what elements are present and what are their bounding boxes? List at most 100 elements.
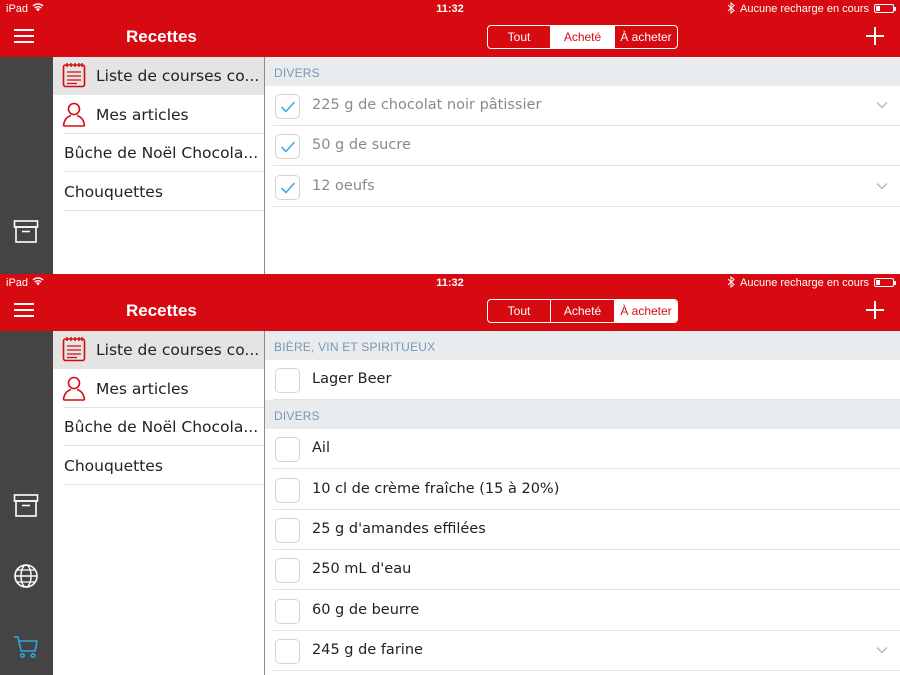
sidebar-item-label: Mes articles	[96, 105, 189, 124]
section-header: DIVERS	[265, 400, 900, 430]
item-label: 10 cl de crème fraîche (15 à 20%)	[312, 480, 560, 497]
item-label: Lager Beer	[312, 371, 392, 387]
checkmark-icon	[281, 182, 295, 193]
sidebar-item[interactable]: Mes articles	[53, 370, 264, 408]
item-checkbox[interactable]	[275, 598, 300, 624]
list-item[interactable]: 25 g d'amandes effilées	[265, 510, 900, 550]
chevron-down-icon[interactable]	[876, 101, 888, 109]
screen-a-acheter: iPad 11:32 Aucune recharge en cours Rece…	[0, 274, 900, 675]
list-item[interactable]: 12 oeufs	[265, 167, 900, 207]
checkmark-icon	[281, 101, 295, 113]
sidebar-item[interactable]: Liste de courses co...	[53, 57, 264, 95]
segment-tout[interactable]: Tout	[488, 300, 550, 322]
item-label: 225 g de chocolat noir pâtissier	[312, 97, 542, 113]
sidebar-item-label: Chouquettes	[64, 456, 163, 475]
tool-rail	[0, 331, 53, 675]
divider	[64, 483, 264, 485]
sidebar-item[interactable]: Chouquettes	[53, 173, 264, 211]
segment-tout[interactable]: Tout	[488, 26, 550, 48]
divider	[273, 669, 900, 671]
chevron-down-icon[interactable]	[876, 182, 888, 190]
sidebar-item-label: Liste de courses co...	[96, 341, 260, 359]
globe-icon[interactable]	[13, 563, 39, 589]
nav-bar: Recettes Tout Acheté À acheter	[0, 18, 900, 57]
sidebar-item[interactable]: Chouquettes	[53, 447, 264, 485]
shopping-list: BIÈRE, VIN ET SPIRITUEUX Lager Beer DIVERS…	[265, 331, 900, 675]
page-title: Recettes	[126, 301, 197, 320]
cart-icon[interactable]	[13, 634, 39, 660]
archive-icon[interactable]	[13, 219, 39, 245]
person-icon	[62, 102, 86, 127]
section-header: DIVERS	[265, 57, 900, 86]
page-title: Recettes	[126, 27, 197, 46]
item-checkbox[interactable]	[275, 437, 300, 463]
shopping-list: DIVERS 225 g de chocolat noir pâtissier 50…	[265, 57, 900, 274]
item-label: 50 g de sucre	[312, 137, 411, 154]
nav-bar: Recettes Tout Acheté À acheter	[0, 292, 900, 331]
segment-a-acheter[interactable]: À acheter	[614, 26, 677, 48]
filter-segmented-control: Tout Acheté À acheter	[487, 299, 678, 323]
tool-rail	[0, 57, 53, 274]
item-checkbox[interactable]	[275, 368, 300, 393]
battery-icon	[874, 4, 896, 13]
lists-sidebar: Liste de courses co... Mes articles Bûche …	[53, 57, 265, 274]
sidebar-item[interactable]: Liste de courses co...	[53, 331, 264, 369]
section-title: DIVERS	[274, 66, 320, 80]
section-title: BIÈRE, VIN ET SPIRITUEUX	[274, 340, 436, 354]
sidebar-item-label: Mes articles	[96, 379, 189, 398]
divider	[273, 205, 900, 207]
item-checkbox[interactable]	[275, 174, 300, 200]
list-item[interactable]: Ail	[265, 429, 900, 470]
sidebar-item[interactable]: Bûche de Noël Chocola...	[53, 134, 264, 172]
item-checkbox[interactable]	[275, 558, 300, 584]
segment-a-acheter[interactable]: À acheter	[614, 300, 677, 322]
list-item[interactable]: 245 g de farine	[265, 631, 900, 671]
item-label: 60 g de beurre	[312, 601, 420, 618]
battery-level	[876, 6, 880, 11]
segment-achete[interactable]: Acheté	[550, 300, 614, 322]
screen-achete: iPad 11:32 Aucune recharge en cours Rece…	[0, 0, 900, 274]
menu-icon[interactable]	[14, 29, 34, 45]
battery-level	[876, 280, 880, 285]
item-checkbox[interactable]	[275, 134, 300, 160]
battery-icon	[874, 278, 896, 287]
divider	[64, 209, 264, 211]
item-checkbox[interactable]	[275, 638, 300, 664]
charging-status: Aucune recharge en cours	[740, 3, 870, 15]
list-item[interactable]: 250 mL d'eau	[265, 550, 900, 591]
add-icon[interactable]	[866, 27, 884, 45]
item-label: 245 g de farine	[312, 641, 423, 658]
item-label: 12 oeufs	[312, 177, 375, 194]
status-bar: iPad 11:32 Aucune recharge en cours	[0, 274, 900, 292]
list-item[interactable]: 225 g de chocolat noir pâtissier	[265, 86, 900, 126]
bluetooth-icon	[727, 276, 735, 288]
sidebar-item-label: Chouquettes	[64, 182, 163, 201]
sidebar-item[interactable]: Bûche de Noël Chocola...	[53, 408, 264, 446]
filter-segmented-control: Tout Acheté À acheter	[487, 25, 678, 49]
segment-achete[interactable]: Acheté	[550, 26, 614, 48]
sidebar-item-label: Bûche de Noël Chocola...	[64, 144, 259, 162]
checkmark-icon	[281, 141, 295, 153]
menu-icon[interactable]	[14, 303, 34, 319]
sidebar-item-label: Bûche de Noël Chocola...	[64, 418, 259, 436]
list-item[interactable]: 10 cl de crème fraîche (15 à 20%)	[265, 470, 900, 510]
list-item[interactable]: 60 g de beurre	[265, 591, 900, 631]
notepad-icon	[62, 337, 86, 362]
sidebar-item-label: Liste de courses co...	[96, 67, 260, 85]
section-title: DIVERS	[274, 409, 320, 424]
add-icon[interactable]	[866, 301, 884, 319]
item-checkbox[interactable]	[275, 517, 300, 543]
list-item[interactable]: Lager Beer	[265, 360, 900, 400]
chevron-down-icon[interactable]	[876, 646, 888, 654]
item-checkbox[interactable]	[275, 94, 300, 119]
lists-sidebar: Liste de courses co... Mes articles Bûche …	[53, 331, 265, 675]
item-checkbox[interactable]	[275, 477, 300, 503]
item-label: 250 mL d'eau	[312, 561, 412, 578]
item-label: 25 g d'amandes effilées	[312, 520, 486, 537]
archive-icon[interactable]	[13, 493, 39, 519]
list-item[interactable]: 50 g de sucre	[265, 126, 900, 167]
sidebar-item[interactable]: Mes articles	[53, 96, 264, 134]
person-icon	[62, 376, 86, 401]
section-header: BIÈRE, VIN ET SPIRITUEUX	[265, 331, 900, 360]
bluetooth-icon	[727, 2, 735, 14]
